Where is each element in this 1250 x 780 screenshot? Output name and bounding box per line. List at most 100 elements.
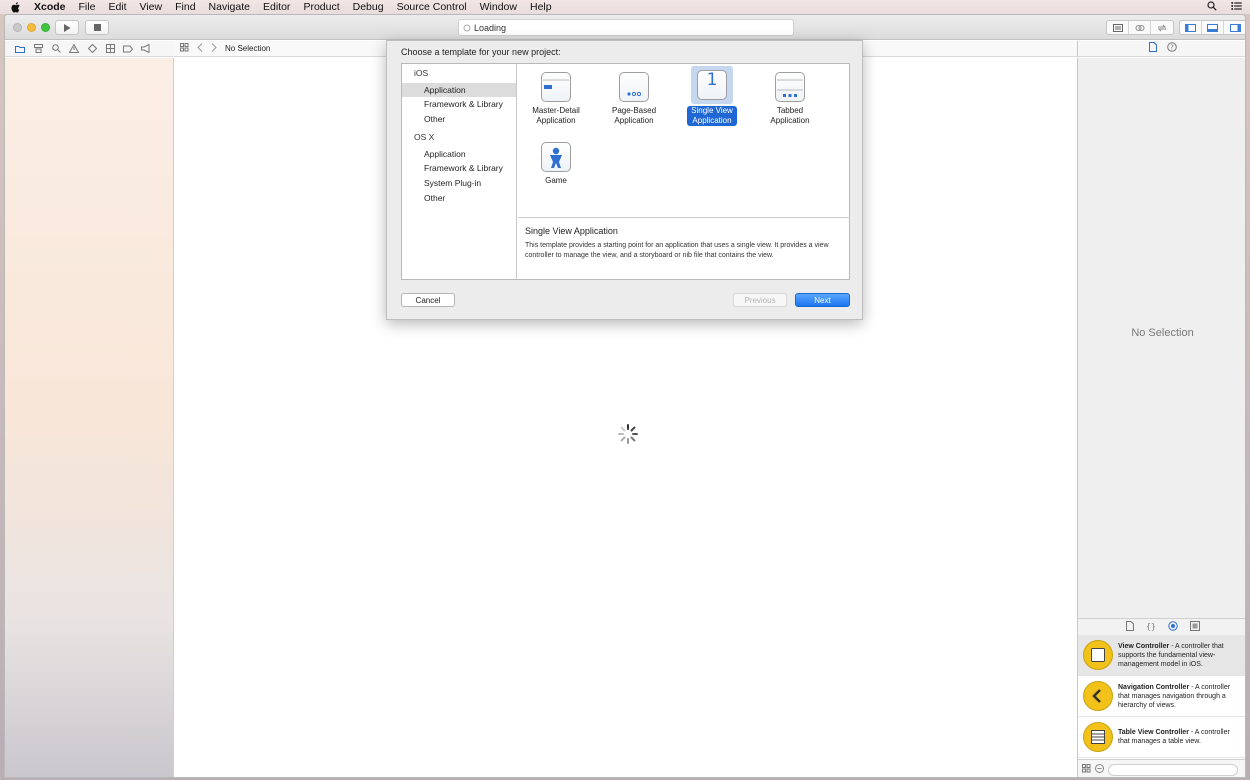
jump-bar-selection[interactable]: No Selection xyxy=(225,44,270,53)
template-label: Game xyxy=(545,176,567,185)
category-header-osx: OS X xyxy=(414,132,435,142)
new-project-template-sheet: Choose a template for your new project: … xyxy=(386,40,863,320)
menu-edit[interactable]: Edit xyxy=(108,1,126,13)
master-detail-template-icon xyxy=(541,72,571,102)
view-toggle-control[interactable] xyxy=(1179,20,1245,35)
category-osx-other[interactable]: Other xyxy=(424,193,445,203)
editor-mode-control[interactable] xyxy=(1106,20,1174,35)
next-button[interactable]: Next xyxy=(795,293,850,307)
template-label: Single View Application xyxy=(687,106,737,126)
file-template-library-icon[interactable] xyxy=(1125,620,1134,634)
template-label: Tabbed Application xyxy=(770,106,810,125)
category-osx-framework-library[interactable]: Framework & Library xyxy=(424,163,503,173)
version-editor-icon[interactable] xyxy=(1151,21,1173,34)
template-page-based[interactable]: Page-Based Application xyxy=(599,72,669,126)
template-single-view[interactable]: 1 Single View Application xyxy=(677,66,747,126)
menu-editor[interactable]: Editor xyxy=(263,1,290,13)
library-item-title: View Controller xyxy=(1118,642,1170,650)
template-description-text: This template provides a starting point … xyxy=(525,242,829,259)
template-label: Page-Based Application xyxy=(611,106,657,125)
menu-bar: Xcode File Edit View Find Navigate Edito… xyxy=(0,0,1250,14)
code-snippet-library-icon[interactable]: {} xyxy=(1146,621,1156,634)
menu-file[interactable]: File xyxy=(79,1,96,13)
menu-window[interactable]: Window xyxy=(480,1,517,13)
go-forward-icon[interactable] xyxy=(211,43,217,54)
category-ios-application[interactable]: Application xyxy=(402,83,516,97)
sheet-title: Choose a template for your new project: xyxy=(401,47,561,57)
menu-find[interactable]: Find xyxy=(175,1,195,13)
template-master-detail[interactable]: Master-Detail Application xyxy=(521,72,591,126)
menu-debug[interactable]: Debug xyxy=(353,1,384,13)
project-navigator xyxy=(5,58,174,777)
menu-app-name[interactable]: Xcode xyxy=(34,1,66,13)
spotlight-search-icon[interactable] xyxy=(1207,1,1217,14)
window-controls xyxy=(13,23,50,32)
library-item-view-controller[interactable]: View Controller - A controller that supp… xyxy=(1078,635,1245,676)
cancel-button[interactable]: Cancel xyxy=(401,293,455,307)
stop-icon xyxy=(93,24,101,31)
grid-view-icon[interactable] xyxy=(1082,763,1091,776)
notification-center-icon[interactable] xyxy=(1231,1,1242,14)
library-item-title: Navigation Controller xyxy=(1118,683,1190,691)
category-ios-framework-library[interactable]: Framework & Library xyxy=(424,99,503,109)
toggle-navigator-icon[interactable] xyxy=(1180,21,1202,34)
play-icon xyxy=(64,23,71,32)
table-view-controller-icon xyxy=(1083,722,1113,752)
symbol-navigator-icon[interactable] xyxy=(33,44,43,54)
minimize-window-button[interactable] xyxy=(27,23,36,32)
test-navigator-icon[interactable] xyxy=(87,44,97,54)
breakpoint-navigator-icon[interactable] xyxy=(123,44,133,54)
toggle-utilities-icon[interactable] xyxy=(1224,21,1245,34)
object-library-list: View Controller - A controller that supp… xyxy=(1077,635,1245,759)
category-osx-system-plugin[interactable]: System Plug-in xyxy=(424,178,481,188)
menu-help[interactable]: Help xyxy=(530,1,552,13)
log-navigator-icon[interactable] xyxy=(141,44,151,54)
issue-navigator-icon[interactable] xyxy=(69,44,79,54)
object-library-icon[interactable] xyxy=(1167,620,1178,634)
find-navigator-icon[interactable] xyxy=(51,44,61,54)
media-library-icon[interactable] xyxy=(1189,620,1200,634)
activity-viewer: Loading xyxy=(458,19,794,36)
quick-help-icon[interactable]: ? xyxy=(1166,42,1177,55)
zoom-window-button[interactable] xyxy=(41,23,50,32)
library-filter-field[interactable] xyxy=(1108,763,1238,776)
related-items-grid-icon[interactable] xyxy=(180,43,189,54)
svg-text:{}: {} xyxy=(1146,622,1156,631)
library-selector-bar: {} xyxy=(1077,618,1245,635)
category-header-ios: iOS xyxy=(414,68,429,78)
go-back-icon[interactable] xyxy=(197,43,203,54)
template-tabbed[interactable]: Tabbed Application xyxy=(755,72,825,126)
library-item-table-view-controller[interactable]: Table View Controller - A controller tha… xyxy=(1078,717,1245,758)
category-osx-application[interactable]: Application xyxy=(424,149,466,159)
template-game[interactable]: Game xyxy=(521,142,591,186)
close-window-button[interactable] xyxy=(13,23,22,32)
previous-button[interactable]: Previous xyxy=(733,293,787,307)
library-item-title: Table View Controller xyxy=(1118,729,1189,736)
library-item-navigation-controller[interactable]: Navigation Controller - A controller tha… xyxy=(1078,676,1245,717)
category-ios-other[interactable]: Other xyxy=(424,114,445,124)
single-view-template-icon: 1 xyxy=(697,70,727,100)
menu-navigate[interactable]: Navigate xyxy=(209,1,250,13)
stop-button[interactable] xyxy=(85,20,109,35)
menu-source-control[interactable]: Source Control xyxy=(397,1,467,13)
library-filter-bar xyxy=(1077,759,1245,777)
loading-spinner-icon xyxy=(618,424,638,444)
menu-product[interactable]: Product xyxy=(303,1,339,13)
assistant-editor-icon[interactable] xyxy=(1129,21,1151,34)
standard-editor-icon[interactable] xyxy=(1107,21,1129,34)
navigator-selector-bar xyxy=(5,41,174,57)
run-button[interactable] xyxy=(55,20,79,35)
toggle-debug-area-icon[interactable] xyxy=(1202,21,1224,34)
svg-text:?: ? xyxy=(1170,44,1174,52)
file-inspector-icon[interactable] xyxy=(1148,42,1157,55)
activity-status-text: Loading xyxy=(474,22,507,33)
apple-icon[interactable] xyxy=(10,1,22,13)
inspector-selector-bar: ? xyxy=(1077,41,1245,57)
navigation-controller-icon xyxy=(1083,681,1113,711)
single-view-icon-number: 1 xyxy=(706,70,718,90)
filter-icon[interactable] xyxy=(1095,763,1104,776)
menu-view[interactable]: View xyxy=(140,1,163,13)
project-navigator-folder-icon[interactable] xyxy=(15,44,25,54)
game-template-icon xyxy=(541,142,571,172)
debug-navigator-icon[interactable] xyxy=(105,44,115,54)
